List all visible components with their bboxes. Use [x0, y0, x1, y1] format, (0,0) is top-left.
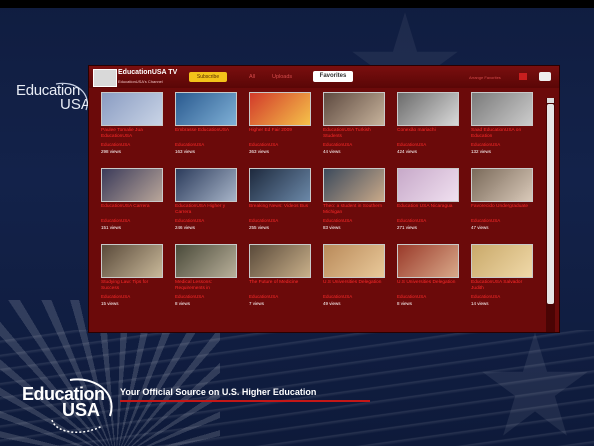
- video-channel[interactable]: EducationUSA: [175, 294, 204, 299]
- video-views: 298 views: [101, 149, 122, 154]
- scroll-up-arrow-icon[interactable]: [547, 98, 554, 103]
- tab-all[interactable]: All: [249, 74, 255, 80]
- video-title[interactable]: U.S Universities Delegation: [397, 280, 461, 286]
- video-views: 47 views: [471, 225, 489, 230]
- video-title[interactable]: EducationUSA Turkish Students: [323, 128, 387, 140]
- arrange-favorites-link[interactable]: Arrange Favorites: [469, 75, 501, 80]
- video-title[interactable]: Studying Law: Tips for Success: [101, 280, 165, 292]
- subscribe-button[interactable]: Subscribe: [189, 72, 227, 82]
- grid-view-icon[interactable]: [519, 73, 527, 80]
- video-thumbnail[interactable]: [323, 244, 385, 278]
- video-channel[interactable]: EducationUSA: [471, 142, 500, 147]
- video-views: 132 views: [471, 149, 492, 154]
- video-views: 83 views: [323, 225, 341, 230]
- tab-favorites[interactable]: Favorites: [313, 71, 353, 82]
- video-views: 8 views: [397, 301, 413, 306]
- video-title[interactable]: Breaking News: Videos Bus: [249, 204, 313, 210]
- video-title[interactable]: Paulee Tomalie Jua EducationUSA: [101, 128, 165, 140]
- video-views: 271 views: [397, 225, 418, 230]
- video-title[interactable]: Embrasse EducationUSA: [175, 128, 239, 134]
- video-views: 44 views: [323, 149, 341, 154]
- video-title[interactable]: Favorecido Undergraduate: [471, 204, 535, 210]
- tagline-underline: [120, 400, 370, 402]
- tagline: Your Official Source on U.S. Higher Educ…: [120, 387, 317, 397]
- video-thumbnail[interactable]: [397, 244, 459, 278]
- logo-word-usa: USA: [60, 96, 91, 113]
- channel-title[interactable]: EducationUSA TV: [118, 69, 177, 76]
- video-views: 424 views: [397, 149, 418, 154]
- video-channel[interactable]: EducationUSA: [397, 218, 426, 223]
- video-title[interactable]: Conexão mariachi: [397, 128, 461, 134]
- video-thumbnail[interactable]: [175, 244, 237, 278]
- video-thumbnail[interactable]: [323, 92, 385, 126]
- youtube-channel-panel: EducationUSA TV EducationUSA's Channel S…: [88, 65, 560, 333]
- video-title[interactable]: Higher Ed Fair 2009: [249, 128, 313, 134]
- video-channel[interactable]: EducationUSA: [101, 218, 130, 223]
- video-views: 15 views: [101, 301, 119, 306]
- video-channel[interactable]: EducationUSA: [249, 294, 278, 299]
- video-title[interactable]: EducationUSA Higher y Carrera: [175, 204, 239, 216]
- video-title[interactable]: Saad EducationUSA on Education: [471, 128, 535, 140]
- video-channel[interactable]: EducationUSA: [471, 294, 500, 299]
- video-title[interactable]: Education USA Nicaragua: [397, 204, 461, 210]
- video-channel[interactable]: EducationUSA: [323, 142, 352, 147]
- video-title[interactable]: U.S Universities Delegation: [323, 280, 387, 286]
- video-views: 14 views: [471, 301, 489, 306]
- video-channel[interactable]: EducationUSA: [249, 142, 278, 147]
- channel-subtitle: EducationUSA's Channel: [118, 79, 163, 84]
- video-thumbnail[interactable]: [249, 92, 311, 126]
- video-views: 49 views: [323, 301, 341, 306]
- footer-logo-word-usa: USA: [62, 400, 101, 420]
- video-thumbnail[interactable]: [101, 92, 163, 126]
- video-views: 163 views: [175, 149, 196, 154]
- video-title[interactable]: Medical Lessons: Requirements in: [175, 280, 239, 292]
- channel-header: EducationUSA TV EducationUSA's Channel S…: [89, 66, 559, 88]
- video-channel[interactable]: EducationUSA: [397, 142, 426, 147]
- video-title[interactable]: EducationUSA Salvador Judith: [471, 280, 535, 292]
- video-views: 151 views: [101, 225, 122, 230]
- video-thumbnail[interactable]: [175, 92, 237, 126]
- educationusa-logo: Education USA: [16, 80, 94, 120]
- video-thumbnail[interactable]: [397, 168, 459, 202]
- video-thumbnail[interactable]: [101, 168, 163, 202]
- list-view-icon[interactable]: [539, 72, 551, 81]
- video-views: 246 views: [175, 225, 196, 230]
- video-thumbnail[interactable]: [249, 244, 311, 278]
- footer-logo: Education USA: [22, 376, 122, 436]
- video-thumbnail[interactable]: [175, 168, 237, 202]
- video-thumbnail[interactable]: [471, 244, 533, 278]
- video-channel[interactable]: EducationUSA: [249, 218, 278, 223]
- video-views: 255 views: [249, 225, 270, 230]
- video-title[interactable]: The Future of Medicine: [249, 280, 313, 286]
- video-thumbnail[interactable]: [471, 92, 533, 126]
- video-channel[interactable]: EducationUSA: [101, 294, 130, 299]
- video-thumbnail[interactable]: [323, 168, 385, 202]
- video-title[interactable]: EducationUSA Carrera: [101, 204, 165, 210]
- video-channel[interactable]: EducationUSA: [323, 218, 352, 223]
- channel-avatar[interactable]: [93, 69, 117, 87]
- video-thumbnail[interactable]: [471, 168, 533, 202]
- video-thumbnail[interactable]: [397, 92, 459, 126]
- video-channel[interactable]: EducationUSA: [471, 218, 500, 223]
- video-views: 8 views: [175, 301, 191, 306]
- scrollbar[interactable]: [546, 98, 555, 332]
- video-channel[interactable]: EducationUSA: [175, 142, 204, 147]
- video-channel[interactable]: EducationUSA: [323, 294, 352, 299]
- tab-uploads[interactable]: Uploads: [272, 74, 292, 80]
- video-thumbnail[interactable]: [101, 244, 163, 278]
- top-border: [0, 0, 594, 8]
- video-views: 7 views: [249, 301, 265, 306]
- video-channel[interactable]: EducationUSA: [397, 294, 426, 299]
- video-channel[interactable]: EducationUSA: [175, 218, 204, 223]
- video-views: 363 views: [249, 149, 270, 154]
- slide: Education USA EducationUSA TV EducationU…: [0, 0, 594, 446]
- video-title[interactable]: Theo: a student in Southern Michigan: [323, 204, 387, 216]
- video-channel[interactable]: EducationUSA: [101, 142, 130, 147]
- video-thumbnail[interactable]: [249, 168, 311, 202]
- video-grid: Paulee Tomalie Jua EducationUSA Education…: [89, 92, 551, 332]
- scroll-thumb[interactable]: [547, 104, 554, 304]
